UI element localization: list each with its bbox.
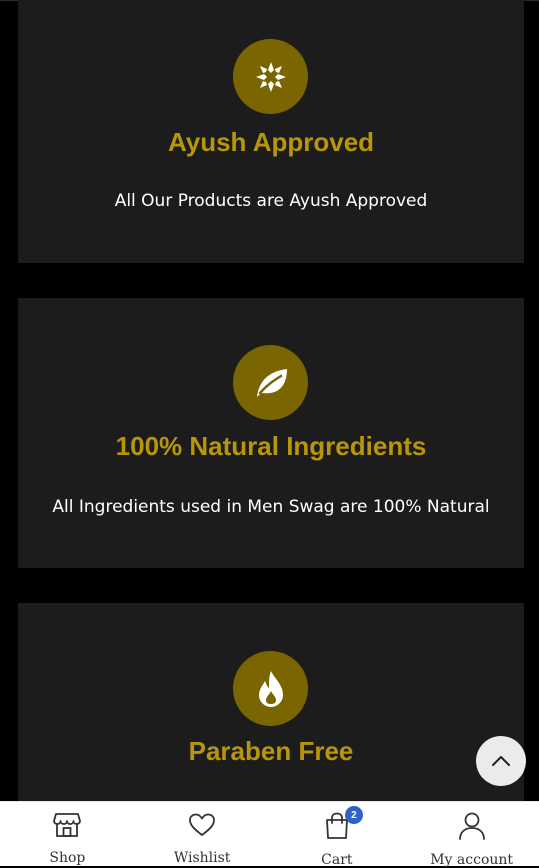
user-icon: [458, 812, 485, 840]
bottom-navigation: Shop Wishlist 2 Cart My account: [0, 801, 539, 868]
feature-card-ayush: Ayush Approved All Our Products are Ayus…: [18, 0, 524, 263]
ayush-emblem-icon: [255, 61, 286, 92]
nav-label: Cart: [321, 852, 353, 868]
feature-description: All Our Products are Ayush Approved: [114, 191, 428, 211]
feature-title: Paraben Free: [188, 736, 354, 766]
feature-title: Ayush Approved: [167, 127, 375, 157]
feature-badge: [233, 651, 308, 726]
feature-badge: [233, 39, 308, 114]
nav-item-wishlist[interactable]: Wishlist: [135, 802, 270, 866]
nav-item-shop[interactable]: Shop: [0, 802, 135, 866]
feature-card-natural: 100% Natural Ingredients All Ingredients…: [18, 298, 524, 568]
flame-drop-icon: [258, 670, 283, 707]
cart-count-badge: 2: [344, 806, 363, 824]
nav-label: My account: [430, 852, 514, 868]
heart-icon: [189, 813, 216, 836]
leaf-icon: [256, 368, 287, 397]
feature-description: All Ingredients used in Men Swag are 100…: [52, 497, 490, 517]
feature-title: 100% Natural Ingredients: [115, 431, 427, 461]
nav-item-cart[interactable]: 2 Cart: [270, 802, 405, 868]
chevron-up-icon: [492, 756, 510, 766]
scroll-to-top-button[interactable]: [476, 736, 526, 786]
nav-label: Wishlist: [173, 850, 231, 866]
nav-label: Shop: [49, 850, 86, 866]
nav-item-my-account[interactable]: My account: [404, 802, 539, 868]
feature-badge: [233, 345, 308, 420]
store-icon: [53, 813, 82, 837]
